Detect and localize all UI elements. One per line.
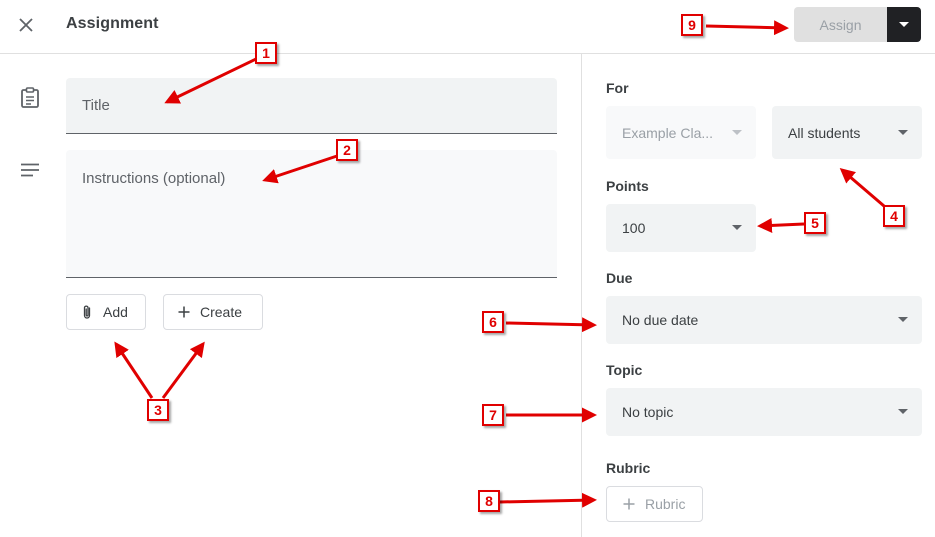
add-button[interactable]: Add bbox=[66, 294, 146, 330]
annotation-5: 5 bbox=[804, 212, 826, 234]
panel-divider bbox=[581, 54, 582, 537]
arrow-4 bbox=[839, 168, 885, 208]
chevron-down-icon bbox=[899, 22, 909, 27]
assign-button[interactable]: Assign bbox=[794, 7, 887, 42]
class-select-value: Example Cla... bbox=[622, 124, 714, 141]
rubric-button-label: Rubric bbox=[645, 496, 686, 512]
annotation-8: 8 bbox=[478, 490, 500, 512]
points-select-value: 100 bbox=[622, 220, 646, 236]
title-placeholder: Title bbox=[82, 97, 110, 114]
close-icon bbox=[19, 18, 33, 32]
close-button[interactable] bbox=[8, 7, 44, 43]
chevron-down-icon bbox=[898, 409, 908, 414]
page-title: Assignment bbox=[66, 15, 159, 32]
points-label: Points bbox=[606, 178, 649, 194]
annotation-2: 2 bbox=[336, 139, 358, 161]
topic-label: Topic bbox=[606, 362, 643, 378]
rubric-button[interactable]: Rubric bbox=[606, 486, 703, 522]
due-label: Due bbox=[606, 270, 633, 286]
arrow-3a bbox=[114, 341, 154, 399]
arrow-3b bbox=[161, 341, 205, 399]
due-date-value: No due date bbox=[622, 312, 699, 328]
for-label: For bbox=[606, 80, 629, 96]
chevron-down-icon bbox=[898, 129, 908, 135]
plus-icon bbox=[178, 306, 190, 318]
create-button-label: Create bbox=[200, 304, 243, 320]
add-button-label: Add bbox=[103, 304, 128, 320]
due-date-select[interactable]: No due date bbox=[606, 296, 922, 344]
topic-value: No topic bbox=[622, 404, 674, 420]
topic-select[interactable]: No topic bbox=[606, 388, 922, 436]
chevron-down-icon bbox=[732, 225, 742, 230]
instructions-placeholder: Instructions (optional) bbox=[82, 170, 226, 187]
assign-options-button[interactable] bbox=[887, 7, 921, 42]
points-select[interactable]: 100 bbox=[606, 204, 756, 252]
arrow-5 bbox=[757, 217, 805, 233]
description-icon bbox=[18, 158, 42, 182]
annotation-6: 6 bbox=[482, 311, 504, 333]
chevron-down-icon bbox=[898, 317, 908, 322]
instructions-field[interactable]: Instructions (optional) bbox=[66, 150, 557, 278]
chevron-down-icon bbox=[732, 129, 742, 135]
annotation-9: 9 bbox=[681, 14, 703, 36]
annotation-3: 3 bbox=[147, 399, 169, 421]
annotation-4: 4 bbox=[883, 205, 905, 227]
plus-icon bbox=[623, 498, 635, 510]
arrow-8 bbox=[499, 492, 597, 508]
students-select[interactable]: All students bbox=[772, 106, 922, 159]
create-button[interactable]: Create bbox=[163, 294, 263, 330]
class-select: Example Cla... bbox=[606, 106, 756, 159]
annotation-7: 7 bbox=[482, 404, 504, 426]
title-field[interactable]: Title bbox=[66, 78, 557, 134]
rubric-label: Rubric bbox=[606, 460, 651, 476]
paperclip-icon bbox=[83, 305, 91, 319]
students-select-value: All students bbox=[788, 124, 861, 141]
annotation-1: 1 bbox=[255, 42, 277, 64]
assignment-icon bbox=[18, 86, 42, 110]
